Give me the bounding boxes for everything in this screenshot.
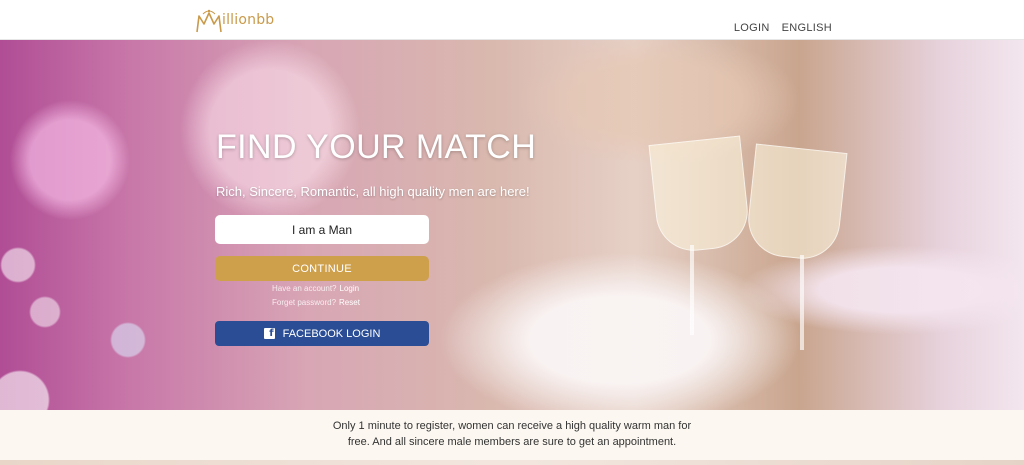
login-link[interactable]: Login [340, 284, 360, 293]
hero-banner [0, 40, 1024, 410]
top-nav: LOGIN ENGLISH [734, 22, 832, 34]
wine-glass-right-stem [800, 255, 804, 350]
have-account-line: Have an account? Login [272, 284, 359, 293]
crown-m-logo-icon [196, 9, 222, 33]
logo-text: illionbb [222, 12, 275, 28]
hero-subline: Rich, Sincere, Romantic, all high qualit… [216, 184, 530, 199]
continue-button-label: CONTINUE [292, 262, 352, 275]
gender-select[interactable]: I am a Man [215, 215, 429, 244]
footer-image-strip [0, 460, 1024, 465]
wine-glass-left-stem [690, 245, 694, 335]
hero-headline: FIND YOUR MATCH [216, 128, 537, 166]
continue-button[interactable]: CONTINUE [215, 256, 429, 281]
footer-tagline: Only 1 minute to register, women can rec… [0, 418, 1024, 450]
tagline-line-2: free. And all sincere male members are s… [347, 436, 677, 448]
have-account-text: Have an account? [272, 284, 337, 293]
logo[interactable]: illionbb [194, 4, 274, 34]
nav-language-link[interactable]: ENGLISH [782, 22, 832, 34]
facebook-login-label: FACEBOOK LOGIN [282, 327, 381, 340]
reset-link[interactable]: Reset [339, 298, 360, 307]
tagline-line-1: Only 1 minute to register, women can rec… [332, 420, 692, 432]
nav-login-link[interactable]: LOGIN [734, 22, 770, 34]
facebook-login-button[interactable]: f FACEBOOK LOGIN [215, 321, 429, 346]
wine-glass-right-image [744, 143, 848, 263]
gender-select-value: I am a Man [291, 222, 353, 237]
top-navbar: illionbb LOGIN ENGLISH [0, 0, 1024, 40]
wine-glass-left-image [648, 135, 752, 255]
facebook-icon: f [263, 328, 275, 339]
forgot-password-line: Forget password? Reset [272, 298, 360, 307]
forgot-password-text: Forget password? [272, 298, 337, 307]
